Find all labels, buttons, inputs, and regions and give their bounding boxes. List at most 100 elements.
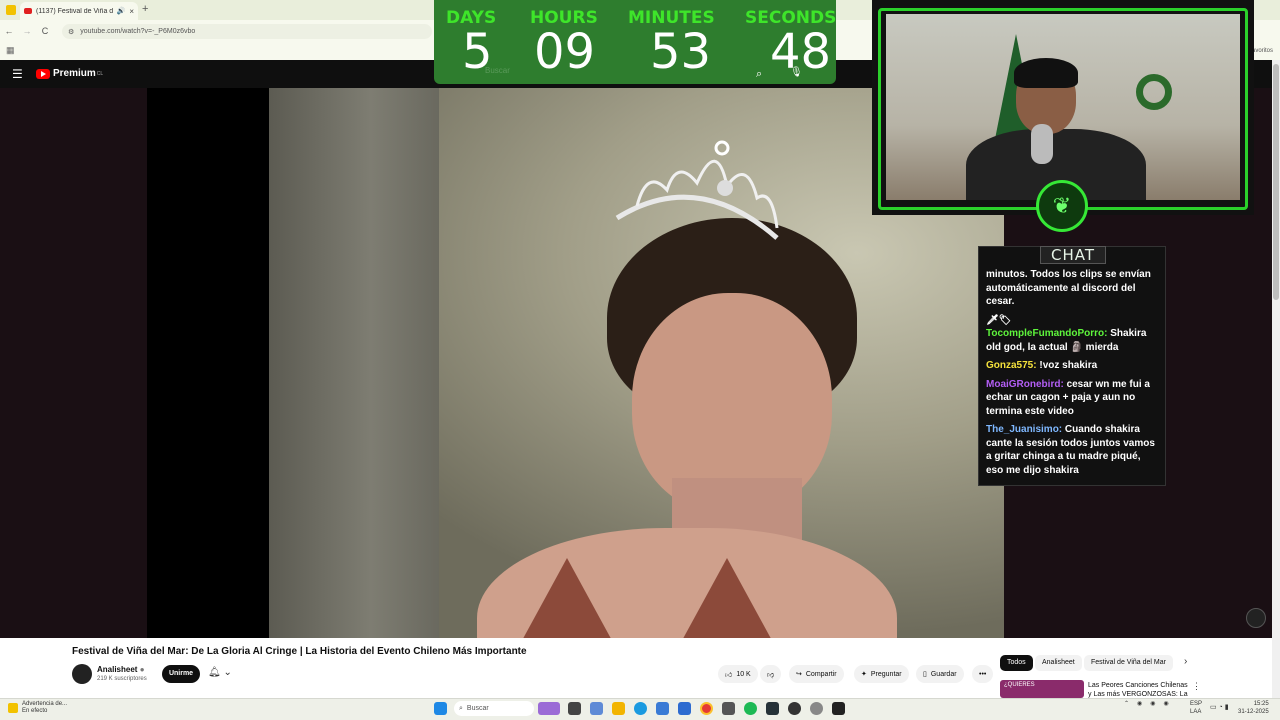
search-input[interactable]: Buscar: [480, 66, 770, 82]
speaker-icon[interactable]: 🔊: [117, 7, 126, 15]
join-button[interactable]: Unirme: [162, 665, 200, 683]
chat-message: 🗡🏷 TocompleFumandoPorro: Shakira old god…: [986, 314, 1160, 355]
terminal-icon[interactable]: [766, 702, 779, 715]
wooden-door: [269, 88, 439, 638]
app-icon[interactable]: [590, 702, 603, 715]
youtube-play-icon: [36, 68, 50, 79]
lang-line-1: ESP: [1190, 701, 1203, 707]
verified-icon: ●: [139, 665, 145, 674]
youtube-premium-logo[interactable]: Premium CL: [36, 68, 103, 79]
sparkle-icon: ✦: [861, 671, 867, 678]
share-label: Compartir: [805, 670, 837, 678]
share-button[interactable]: ↪ Compartir: [789, 665, 844, 683]
scrollbar-thumb[interactable]: [1273, 64, 1279, 300]
tab-title: (1137) Festival de Viña del M: [36, 7, 113, 15]
spotify-icon[interactable]: [744, 702, 757, 715]
chat-text: minutos. Todos los clips se envían autom…: [986, 269, 1151, 307]
apps-grid-icon[interactable]: ▦: [6, 45, 15, 56]
warning-icon: [8, 703, 18, 713]
edge-icon[interactable]: [634, 702, 647, 715]
tray-chevron-icon[interactable]: ⌃: [1124, 700, 1129, 707]
hamburger-menu-icon[interactable]: ☰: [12, 67, 23, 81]
app-icon-3[interactable]: [810, 702, 823, 715]
store-icon[interactable]: [656, 702, 669, 715]
search-icon: ⌕: [459, 704, 463, 712]
lang-line-2: LAA: [1190, 709, 1202, 715]
browser-menu-icon[interactable]: [6, 5, 16, 15]
chat-text: !voz shakira: [1039, 360, 1098, 371]
chat-message: Gonza575: !voz shakira: [986, 359, 1160, 373]
obs-icon[interactable]: [788, 702, 801, 715]
search-icon[interactable]: ⌕: [756, 68, 762, 81]
tiara-icon: [615, 140, 779, 240]
recommendation-title[interactable]: Las Peores Canciones Chilenas y Las más …: [1088, 681, 1188, 698]
taskbar-clock[interactable]: 15:25 31-12-2025: [1238, 700, 1269, 716]
ask-label: Preguntar: [870, 670, 902, 678]
chat-message: The_Juanisimo: Cuando shakira cante la s…: [986, 423, 1160, 477]
save-button[interactable]: ▯ Guardar: [916, 665, 964, 683]
like-button[interactable]: 👍︎ 10 K: [718, 665, 758, 683]
chat-username: Gonza575:: [986, 360, 1037, 371]
bookmarks-label[interactable]: avoritos: [1252, 22, 1280, 60]
tray-icon[interactable]: ◉: [1164, 700, 1169, 707]
chat-message: MoaiGRonebird: cesar wn me fui a echar u…: [986, 378, 1160, 419]
new-tab-button[interactable]: +: [142, 3, 148, 15]
chip-todos[interactable]: Todos: [1000, 655, 1033, 671]
share-icon: ↪: [796, 671, 802, 678]
chat-badges-icon: 🗡🏷: [986, 314, 1012, 326]
back-button[interactable]: ←: [0, 26, 18, 36]
chat-username: TocompleFumandoPorro:: [986, 328, 1108, 339]
console-icon[interactable]: [832, 702, 845, 715]
url-bar[interactable]: ⚙ youtube.com/watch?v=-_P6M0z6vbo: [62, 24, 432, 39]
channel-avatar[interactable]: [72, 664, 92, 684]
chip-festival[interactable]: Festival de Viña del Mar: [1084, 655, 1173, 671]
warning-widget[interactable]: Advertencia de... En efecto: [8, 701, 67, 715]
youtube-favicon-icon: [24, 8, 32, 14]
warning-subtitle: En efecto: [22, 708, 48, 714]
notification-bell-icon[interactable]: 🔔︎ ⌄: [208, 667, 232, 678]
taskbar-search[interactable]: ⌕ Buscar: [454, 701, 534, 716]
task-view-icon[interactable]: [568, 702, 581, 715]
channel-name[interactable]: Analisheet ●: [97, 665, 145, 674]
microphone-icon[interactable]: 🎙: [790, 67, 803, 78]
windows-start-icon[interactable]: [434, 702, 447, 715]
chip-analisheet[interactable]: Analisheet: [1035, 655, 1082, 671]
chips-next-icon[interactable]: ›: [1184, 656, 1187, 667]
chat-message: minutos. Todos los clips se envían autom…: [986, 268, 1160, 309]
channel-watermark-icon[interactable]: [1246, 608, 1266, 628]
ask-button[interactable]: ✦ Preguntar: [854, 665, 909, 683]
video-letterbox: [147, 88, 269, 638]
app-icon-2[interactable]: [722, 702, 735, 715]
chat-title: CHAT: [1040, 246, 1106, 264]
tab-close-icon[interactable]: ×: [129, 7, 134, 16]
tray-icon[interactable]: ◉: [1150, 700, 1155, 707]
chat-messages: minutos. Todos los clips se envían autom…: [986, 268, 1160, 482]
file-explorer-icon[interactable]: [612, 702, 625, 715]
system-tray[interactable]: ⌃ ◉ ◉ ◉: [1124, 700, 1169, 707]
chrome-icon[interactable]: [700, 702, 713, 715]
recommendation-menu-icon[interactable]: ⋮: [1192, 681, 1201, 692]
widgets-icon[interactable]: [538, 702, 560, 715]
bikini-right: [667, 558, 787, 638]
tray-icon[interactable]: ◉: [1137, 700, 1142, 707]
mail-icon[interactable]: [678, 702, 691, 715]
country-code: CL: [96, 70, 104, 77]
language-indicator[interactable]: ESP LAA: [1190, 700, 1202, 716]
thumb-text: ¿QUIERES: [1004, 682, 1035, 688]
video-title: Festival de Viña del Mar: De La Gloria A…: [72, 646, 527, 657]
dislike-button[interactable]: 👎︎: [760, 665, 782, 683]
network-icon[interactable]: ▭ ◔ ▮: [1210, 703, 1229, 711]
channel-badge-icon: ❦: [1036, 180, 1088, 232]
forward-button[interactable]: →: [18, 26, 36, 36]
like-count: 10 K: [736, 670, 751, 678]
thumbs-up-icon: 👍︎: [725, 671, 733, 679]
subscriber-count: 219 K suscriptores: [97, 676, 147, 682]
thumbs-down-icon: 👎︎: [767, 671, 775, 679]
chat-username: MoaiGRonebird:: [986, 378, 1064, 390]
reload-button[interactable]: C: [36, 26, 54, 36]
browser-tab[interactable]: (1137) Festival de Viña del M 🔊 ×: [20, 2, 138, 20]
taskbar-search-label: Buscar: [466, 705, 489, 712]
recommendation-thumbnail[interactable]: ¿QUIERES: [1000, 680, 1084, 698]
more-actions-button[interactable]: •••: [972, 665, 994, 683]
site-info-icon[interactable]: ⚙: [68, 28, 74, 36]
